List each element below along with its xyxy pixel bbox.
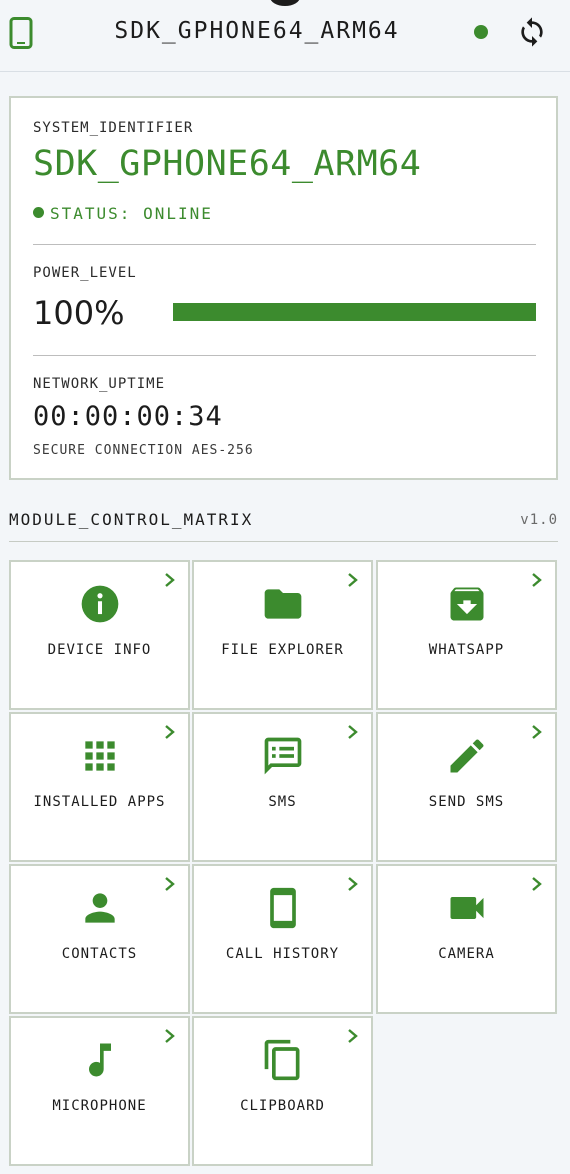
status-row: STATUS: ONLINE: [33, 204, 213, 223]
system-identifier-label: SYSTEM_IDENTIFIER: [33, 120, 194, 136]
chevron-right-icon: [165, 1029, 175, 1043]
device-name: SDK_GPHONE64_ARM64: [33, 144, 422, 184]
module-tile-sms[interactable]: SMS: [192, 712, 373, 862]
network-uptime-label: NETWORK_UPTIME: [33, 376, 166, 392]
chevron-right-icon: [348, 877, 358, 891]
info-icon: [81, 585, 118, 623]
module-tile-device-info[interactable]: DEVICE INFO: [9, 560, 190, 710]
system-status-card: SYSTEM_IDENTIFIER SDK_GPHONE64_ARM64 STA…: [9, 96, 558, 480]
module-label: SMS: [268, 794, 297, 810]
module-tile-send-sms[interactable]: SEND SMS: [376, 712, 557, 862]
sync-icon[interactable]: [516, 14, 548, 50]
online-status-dot: [474, 25, 488, 39]
chevron-right-icon: [532, 573, 542, 587]
power-level-label: POWER_LEVEL: [33, 265, 137, 281]
person-icon: [84, 893, 115, 923]
phone-icon: [269, 887, 296, 929]
module-label: SEND SMS: [428, 794, 505, 810]
module-label: CLIPBOARD: [240, 1098, 325, 1114]
module-label: CONTACTS: [61, 946, 138, 962]
power-level-value: 100%: [33, 294, 125, 332]
folder-icon: [264, 589, 301, 619]
module-tile-microphone[interactable]: MICROPHONE: [9, 1016, 190, 1166]
chevron-right-icon: [348, 725, 358, 739]
module-tile-camera[interactable]: CAMERA: [376, 864, 557, 1014]
module-label: INSTALLED APPS: [33, 794, 166, 810]
module-tile-contacts[interactable]: CONTACTS: [9, 864, 190, 1014]
device-title: SDK_GPHONE64_ARM64: [114, 18, 400, 44]
status-dot: [33, 207, 44, 218]
message-icon: [264, 737, 301, 775]
camera-notch: [270, 0, 300, 6]
chevron-right-icon: [165, 725, 175, 739]
chevron-right-icon: [348, 573, 358, 587]
chevron-right-icon: [532, 725, 542, 739]
power-level-fill: [173, 303, 536, 321]
divider: [33, 355, 536, 356]
version-label: v1.0: [520, 512, 558, 528]
module-tile-clipboard[interactable]: CLIPBOARD: [192, 1016, 373, 1166]
module-label: WHATSAPP: [428, 642, 505, 658]
module-matrix-title: MODULE_CONTROL_MATRIX: [9, 510, 254, 529]
module-tile-whatsapp[interactable]: WHATSAPP: [376, 560, 557, 710]
chevron-right-icon: [165, 573, 175, 587]
network-uptime-value: 00:00:00:34: [33, 401, 223, 432]
chevron-right-icon: [165, 877, 175, 891]
music-note-icon: [88, 1043, 111, 1077]
module-label: MICROPHONE: [52, 1098, 147, 1114]
pencil-icon: [450, 739, 484, 773]
archive-icon: [450, 587, 483, 621]
module-label: DEVICE INFO: [47, 642, 152, 658]
module-matrix-header: MODULE_CONTROL_MATRIX v1.0: [9, 502, 558, 542]
module-tile-installed-apps[interactable]: INSTALLED APPS: [9, 712, 190, 862]
module-label: FILE EXPLORER: [221, 642, 344, 658]
module-label: CALL HISTORY: [225, 946, 340, 962]
secure-connection-text: SECURE CONNECTION AES-256: [33, 443, 254, 458]
status-text: STATUS: ONLINE: [50, 204, 213, 223]
divider: [33, 244, 536, 245]
apps-grid-icon: [84, 741, 115, 771]
chevron-right-icon: [532, 877, 542, 891]
videocam-icon: [450, 897, 483, 919]
top-bar: SDK_GPHONE64_ARM64: [0, 0, 570, 72]
module-tile-call-history[interactable]: CALL HISTORY: [192, 864, 373, 1014]
module-label: CAMERA: [438, 946, 495, 962]
copy-icon: [264, 1039, 299, 1081]
module-tile-file-explorer[interactable]: FILE EXPLORER: [192, 560, 373, 710]
power-level-bar: [173, 303, 536, 321]
chevron-right-icon: [348, 1029, 358, 1043]
